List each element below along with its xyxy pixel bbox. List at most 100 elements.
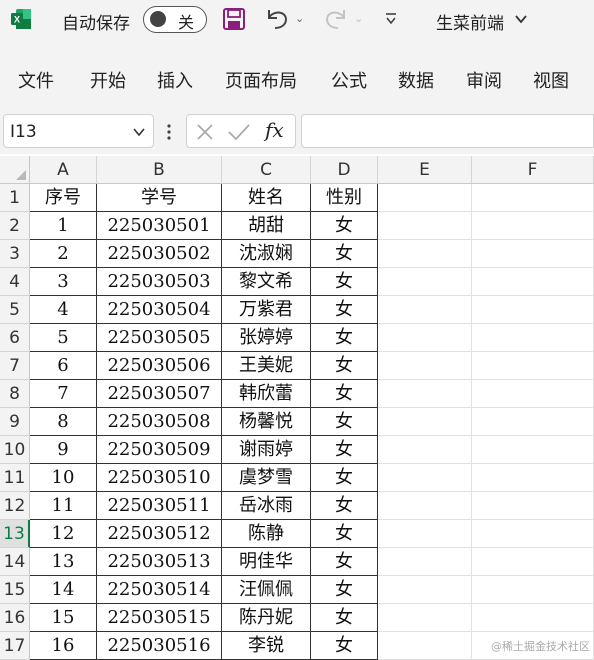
table-cell[interactable]: 女: [311, 268, 378, 296]
table-cell[interactable]: 5: [30, 324, 97, 352]
spreadsheet-grid[interactable]: A B C D E F 1 序号 学号 姓名 性别 2 1 225030501 胡甜女 3 2 225030502…: [0, 156, 594, 660]
table-cell[interactable]: 9: [30, 436, 97, 464]
file-title[interactable]: 生菜前端: [436, 9, 504, 34]
table-cell[interactable]: 225030502: [97, 240, 222, 268]
excel-logo-icon[interactable]: X: [10, 8, 32, 30]
table-cell[interactable]: [472, 212, 594, 240]
undo-dropdown-icon[interactable]: ⌄: [295, 12, 304, 25]
row-header[interactable]: 6: [0, 324, 30, 352]
tab-formulas[interactable]: 公式: [331, 67, 367, 93]
table-cell[interactable]: 3: [30, 268, 97, 296]
table-cell[interactable]: 225030511: [97, 492, 222, 520]
save-icon[interactable]: [222, 7, 246, 31]
table-cell[interactable]: 陈丹妮: [222, 604, 311, 632]
table-cell[interactable]: 女: [311, 436, 378, 464]
table-cell[interactable]: 虞梦雪: [222, 464, 311, 492]
table-cell[interactable]: [378, 268, 472, 296]
row-header[interactable]: 1: [0, 184, 30, 212]
table-cell[interactable]: [472, 268, 594, 296]
tab-home[interactable]: 开始: [90, 67, 126, 93]
insert-function-icon[interactable]: fx: [265, 118, 284, 142]
table-cell[interactable]: 韩欣蕾: [222, 380, 311, 408]
table-cell[interactable]: [472, 520, 594, 548]
table-cell[interactable]: 10: [30, 464, 97, 492]
table-cell[interactable]: [378, 492, 472, 520]
redo-icon[interactable]: [322, 6, 350, 32]
table-cell[interactable]: 女: [311, 520, 378, 548]
table-cell[interactable]: [378, 380, 472, 408]
table-cell[interactable]: 女: [311, 240, 378, 268]
name-box[interactable]: I13: [3, 114, 154, 148]
table-cell[interactable]: [378, 632, 472, 660]
table-cell[interactable]: [378, 352, 472, 380]
table-cell[interactable]: [472, 408, 594, 436]
table-cell[interactable]: 女: [311, 352, 378, 380]
row-header[interactable]: 8: [0, 380, 30, 408]
table-cell[interactable]: 15: [30, 604, 97, 632]
table-cell[interactable]: 2: [30, 240, 97, 268]
autosave-toggle[interactable]: 关: [143, 6, 207, 33]
table-cell[interactable]: 225030506: [97, 352, 222, 380]
table-cell[interactable]: 女: [311, 632, 378, 660]
more-vertical-icon[interactable]: [166, 123, 172, 141]
check-icon[interactable]: [227, 122, 251, 142]
tab-data[interactable]: 数据: [398, 67, 434, 93]
table-cell[interactable]: 12: [30, 520, 97, 548]
table-cell[interactable]: 225030513: [97, 548, 222, 576]
table-cell[interactable]: 万紫君: [222, 296, 311, 324]
table-cell[interactable]: [378, 436, 472, 464]
table-cell[interactable]: 6: [30, 352, 97, 380]
table-cell[interactable]: 225030514: [97, 576, 222, 604]
table-cell[interactable]: [378, 408, 472, 436]
table-cell[interactable]: 225030505: [97, 324, 222, 352]
table-cell[interactable]: 225030501: [97, 212, 222, 240]
table-cell[interactable]: 谢雨婷: [222, 436, 311, 464]
row-header[interactable]: 9: [0, 408, 30, 436]
tab-view[interactable]: 视图: [533, 67, 569, 93]
row-header[interactable]: 10: [0, 436, 30, 464]
table-cell[interactable]: 8: [30, 408, 97, 436]
table-cell[interactable]: 14: [30, 576, 97, 604]
table-cell[interactable]: [378, 324, 472, 352]
table-cell[interactable]: [472, 576, 594, 604]
table-cell[interactable]: 1: [30, 212, 97, 240]
table-cell[interactable]: 225030510: [97, 464, 222, 492]
table-cell[interactable]: [472, 492, 594, 520]
table-cell[interactable]: 性别: [311, 184, 378, 212]
table-cell[interactable]: [378, 464, 472, 492]
tab-insert[interactable]: 插入: [157, 67, 193, 93]
table-cell[interactable]: [378, 184, 472, 212]
table-cell[interactable]: 女: [311, 548, 378, 576]
tab-page-layout[interactable]: 页面布局: [225, 67, 297, 93]
row-header[interactable]: 15: [0, 576, 30, 604]
tab-file[interactable]: 文件: [18, 67, 54, 93]
table-cell[interactable]: 225030512: [97, 520, 222, 548]
table-cell[interactable]: 序号: [30, 184, 97, 212]
table-cell[interactable]: 225030509: [97, 436, 222, 464]
table-cell[interactable]: 胡甜: [222, 212, 311, 240]
table-cell[interactable]: 陈静: [222, 520, 311, 548]
table-cell[interactable]: 张婷婷: [222, 324, 311, 352]
row-header[interactable]: 14: [0, 548, 30, 576]
table-cell[interactable]: [378, 604, 472, 632]
row-header[interactable]: 4: [0, 268, 30, 296]
table-cell[interactable]: [472, 380, 594, 408]
row-header[interactable]: 2: [0, 212, 30, 240]
column-header-d[interactable]: D: [311, 156, 378, 184]
formula-input[interactable]: [301, 114, 594, 148]
table-cell[interactable]: 杨馨悦: [222, 408, 311, 436]
table-cell[interactable]: [472, 464, 594, 492]
row-header[interactable]: 17: [0, 632, 30, 660]
table-cell[interactable]: 女: [311, 380, 378, 408]
table-cell[interactable]: 沈淑娴: [222, 240, 311, 268]
undo-icon[interactable]: [263, 6, 291, 32]
table-cell[interactable]: 225030504: [97, 296, 222, 324]
table-cell[interactable]: 13: [30, 548, 97, 576]
column-header-f[interactable]: F: [472, 156, 594, 184]
table-cell[interactable]: 11: [30, 492, 97, 520]
table-cell[interactable]: [378, 212, 472, 240]
table-cell[interactable]: 李锐: [222, 632, 311, 660]
row-header[interactable]: 11: [0, 464, 30, 492]
row-header[interactable]: 7: [0, 352, 30, 380]
table-cell[interactable]: [472, 240, 594, 268]
